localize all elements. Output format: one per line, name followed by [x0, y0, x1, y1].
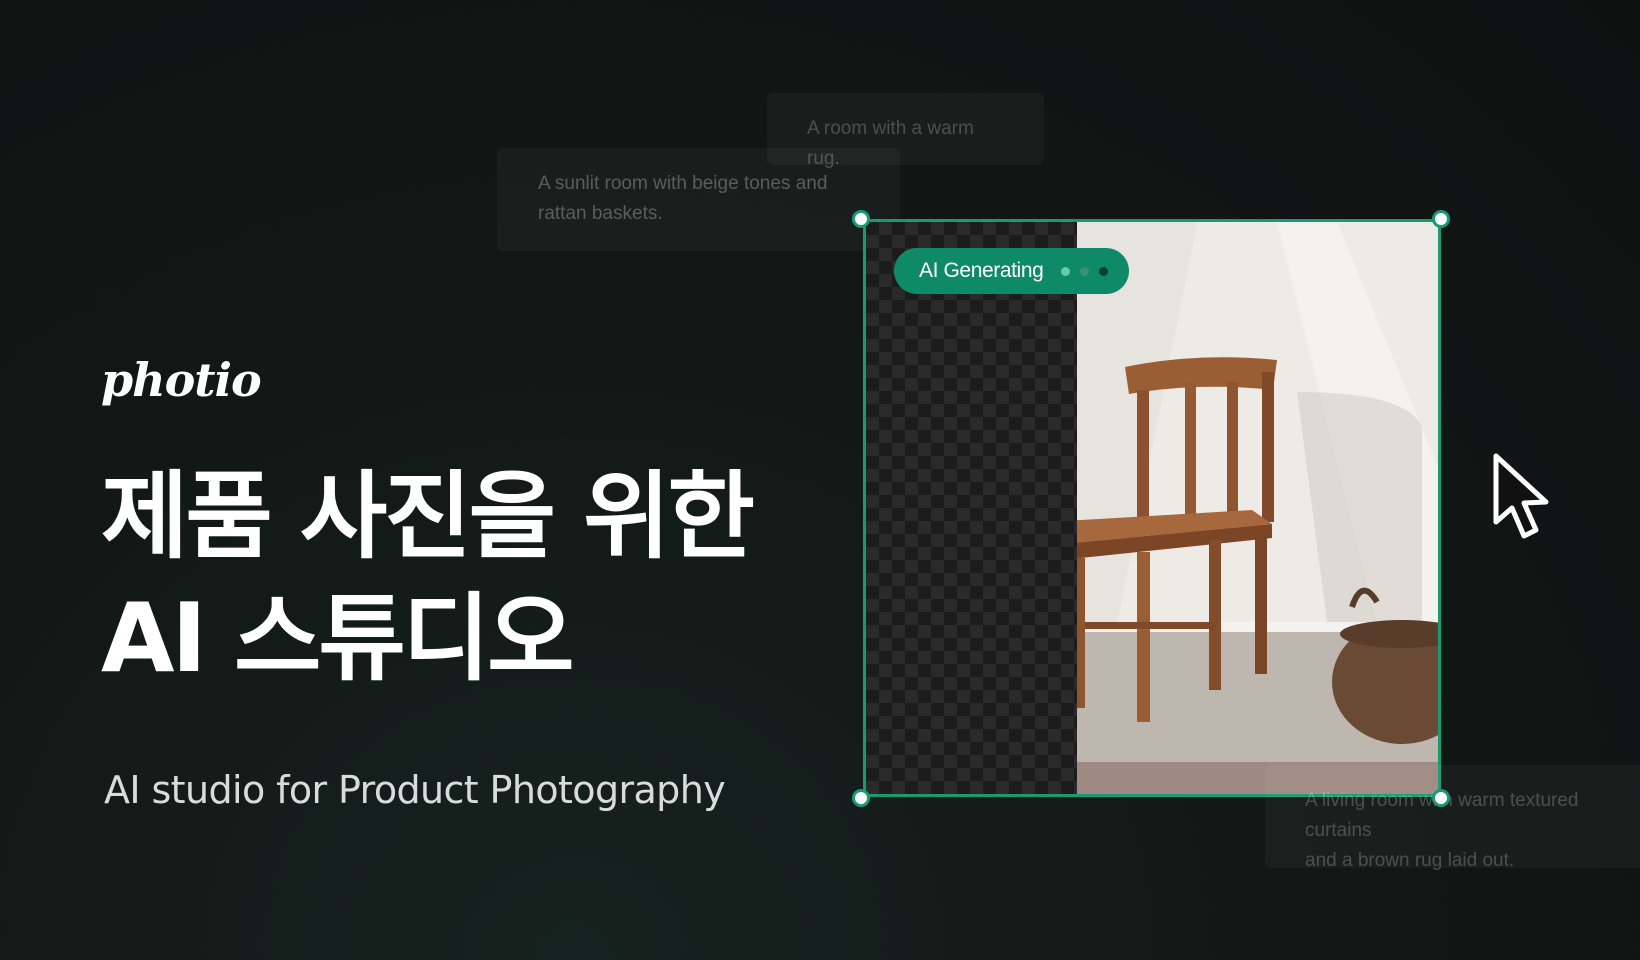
- brand-logo: photio: [101, 353, 262, 407]
- prompt-card-living: A living room with warm textured curtain…: [1265, 765, 1640, 871]
- arrow-cursor-icon: [1490, 452, 1562, 548]
- image-selection-frame[interactable]: [863, 219, 1441, 797]
- headline-line2: AI 스튜디오: [101, 584, 575, 694]
- prompt-card-sunlit: A sunlit room with beige tones and ratta…: [497, 148, 900, 251]
- loading-dot: [1080, 266, 1090, 276]
- prompt-text-line2: and a brown rug laid out.: [1305, 850, 1515, 871]
- loading-dot: [1061, 266, 1071, 276]
- subtitle: AI studio for Product Photography: [104, 768, 726, 812]
- prompt-text-line2: rattan baskets.: [538, 203, 663, 224]
- prompt-text-line1: A sunlit room with beige tones and: [538, 173, 828, 194]
- resize-handle-top-left[interactable]: [852, 210, 870, 228]
- headline: 제품 사진을 위한 AI 스튜디오: [101, 456, 801, 700]
- loading-dot: [1099, 266, 1109, 276]
- prompt-text-line1: A living room with warm textured curtain…: [1305, 790, 1579, 841]
- resize-handle-top-right[interactable]: [1432, 210, 1450, 228]
- resize-handle-bottom-right[interactable]: [1432, 789, 1450, 807]
- ai-generating-badge: AI Generating: [894, 248, 1129, 294]
- ai-generating-label: AI Generating: [919, 259, 1044, 282]
- loading-dots-icon: [1061, 266, 1109, 276]
- headline-line1: 제품 사진을 위한: [101, 462, 755, 572]
- resize-handle-bottom-left[interactable]: [852, 789, 870, 807]
- product-photo: [1077, 222, 1438, 794]
- chair-scene-illustration: [1077, 222, 1438, 794]
- transparency-checkerboard: [866, 222, 1077, 794]
